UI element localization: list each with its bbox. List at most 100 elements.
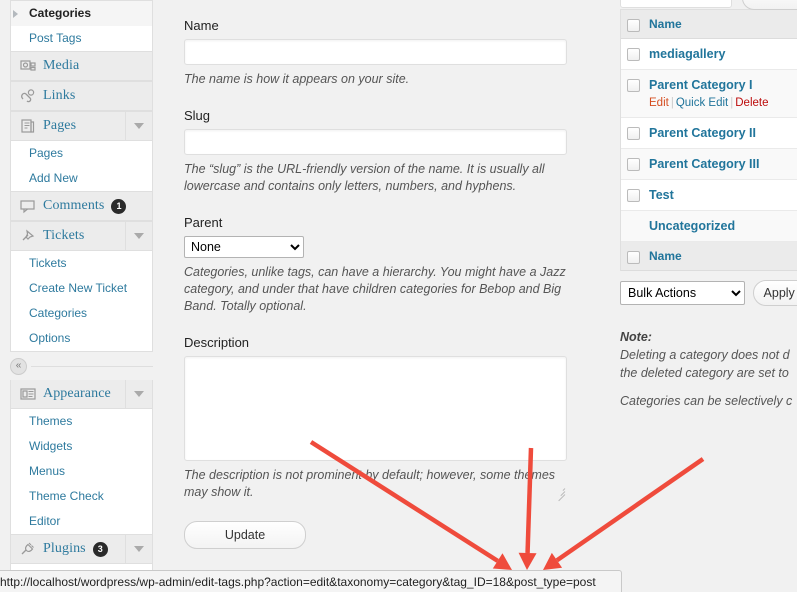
row-checkbox[interactable]	[627, 127, 640, 140]
category-name-link[interactable]: Test	[649, 188, 674, 202]
category-name-link[interactable]: Parent Category III	[649, 157, 759, 171]
sidebar-item-options[interactable]: Options	[11, 326, 152, 351]
table-row: Parent Category I Edit | Quick Edit | Delete	[621, 70, 797, 118]
table-row: mediagallery	[621, 39, 797, 70]
slug-input[interactable]	[184, 129, 567, 155]
category-name-link[interactable]: Uncategorized	[649, 219, 735, 233]
sidebar-item-pages[interactable]: Pages	[11, 112, 152, 141]
plug-icon	[19, 541, 37, 557]
browser-status-bar: http://localhost/wordpress/wp-admin/edit…	[0, 570, 622, 592]
name-help-text: The name is how it appears on your site.	[184, 72, 410, 86]
field-parent: Parent None Categories, unlike tags, can…	[178, 215, 578, 315]
table-row: Parent Category II	[621, 118, 797, 149]
status-bar-url: http://localhost/wordpress/wp-admin/edit…	[0, 574, 596, 589]
slug-help-text: The “slug” is the URL-friendly version o…	[184, 162, 545, 193]
table-row: Parent Category III	[621, 149, 797, 180]
description-help-text: The description is not prominent by defa…	[184, 468, 556, 499]
category-name-link[interactable]: Parent Category I	[649, 78, 753, 92]
sidebar-item-appearance[interactable]: Appearance	[11, 380, 152, 409]
sidebar-item-plugins[interactable]: Plugins 3	[11, 535, 152, 564]
row-checkbox[interactable]	[627, 79, 640, 92]
category-name-link[interactable]: Parent Category II	[649, 126, 756, 140]
collapse-menu-row: «	[10, 357, 153, 375]
row-name-cell: Test	[649, 187, 674, 203]
sidebar-item-label: Links	[43, 88, 76, 103]
apply-button[interactable]: Apply	[752, 280, 797, 306]
chevron-down-icon[interactable]	[125, 222, 152, 250]
sidebar-item-links[interactable]: Links	[11, 82, 152, 111]
description-label: Description	[184, 335, 250, 350]
sidebar-item-label: Tickets	[43, 228, 85, 243]
sidebar-item-label: Comments	[43, 198, 105, 213]
chevron-down-icon[interactable]	[125, 535, 152, 563]
note-line-1: Deleting a category does not d	[620, 348, 790, 362]
sidebar-item-theme-check[interactable]: Theme Check	[11, 484, 152, 509]
sidebar-group-links-group: Links	[10, 82, 153, 112]
sidebar-item-categories[interactable]: Categories	[11, 301, 152, 326]
slug-label: Slug	[184, 108, 211, 123]
row-name-cell: Parent Category III	[649, 156, 759, 172]
sidebar-group-comments-group: Comments 1	[10, 192, 153, 222]
edit-link[interactable]: Edit	[649, 97, 669, 109]
parent-select[interactable]: None	[184, 236, 304, 258]
table-row: Uncategorized	[621, 211, 797, 242]
media-icon	[19, 58, 37, 74]
sidebar-group-media-group: Media	[10, 52, 153, 82]
sidebar-badge: 3	[92, 541, 108, 557]
description-textarea[interactable]	[184, 356, 567, 461]
pages-icon	[19, 118, 37, 134]
sidebar-item-create-new-ticket[interactable]: Create New Ticket	[11, 276, 152, 301]
column-footer-name[interactable]: Name	[649, 248, 682, 264]
sidebar-item-editor[interactable]: Editor	[11, 509, 152, 534]
pin-icon	[19, 228, 37, 244]
row-checkbox[interactable]	[627, 158, 640, 171]
select-all-checkbox-top[interactable]	[627, 18, 640, 32]
sidebar-item-menus[interactable]: Menus	[11, 459, 152, 484]
sidebar-item-add-new[interactable]: Add New	[11, 166, 152, 191]
note-line-3: Categories can be selectively c	[620, 394, 793, 408]
row-checkbox[interactable]	[627, 189, 640, 202]
search-categories-button[interactable]	[742, 0, 797, 10]
row-checkbox[interactable]	[627, 48, 640, 61]
collapse-menu-button[interactable]: «	[10, 357, 27, 375]
link-icon	[19, 88, 37, 104]
table-footer-row: Name	[621, 242, 797, 271]
comment-icon	[19, 198, 37, 214]
row-name-cell: Parent Category II	[649, 125, 756, 141]
note-title: Note:	[620, 330, 652, 344]
categories-table: Name mediagallery Parent Category I Edit | Q…	[620, 9, 797, 271]
appearance-icon	[19, 386, 37, 402]
update-button[interactable]: Update	[184, 521, 306, 549]
row-actions: Edit | Quick Edit | Delete	[649, 96, 769, 110]
sidebar-item-tickets[interactable]: Tickets	[11, 222, 152, 251]
action-separator: |	[730, 97, 734, 109]
admin-sidebar: Categories Post Tags Media Links Pages Pages A…	[0, 0, 155, 592]
field-slug: Slug The “slug” is the URL-friendly vers…	[178, 108, 578, 195]
row-name-cell: Parent Category I Edit | Quick Edit | Delete	[649, 77, 769, 110]
sidebar-item-post-tags[interactable]: Post Tags	[11, 26, 152, 51]
sidebar-item-pages[interactable]: Pages	[11, 141, 152, 166]
sidebar-badge: 1	[111, 198, 127, 214]
sidebar-item-tickets[interactable]: Tickets	[11, 251, 152, 276]
bulk-actions-select[interactable]: Bulk Actions	[620, 281, 745, 305]
parent-help-text: Categories, unlike tags, can have a hier…	[184, 265, 566, 313]
sidebar-item-comments[interactable]: Comments 1	[11, 192, 152, 221]
edit-category-form: Name The name is how it appears on your …	[178, 0, 578, 549]
delete-link[interactable]: Delete	[735, 97, 768, 109]
search-input[interactable]	[620, 0, 732, 8]
chevron-down-icon[interactable]	[125, 112, 152, 140]
sidebar-item-widgets[interactable]: Widgets	[11, 434, 152, 459]
sidebar-item-media[interactable]: Media	[11, 52, 152, 81]
select-all-checkbox-bottom[interactable]	[627, 250, 640, 264]
quick-edit-link[interactable]: Quick Edit	[676, 97, 728, 109]
categories-list-panel: Name mediagallery Parent Category I Edit | Q…	[620, 0, 797, 410]
column-header-name[interactable]: Name	[649, 16, 682, 32]
category-name-link[interactable]: mediagallery	[649, 47, 725, 61]
field-name: Name The name is how it appears on your …	[178, 0, 578, 88]
search-row	[620, 0, 797, 10]
sidebar-item-categories[interactable]: Categories	[11, 1, 152, 26]
sidebar-item-themes[interactable]: Themes	[11, 409, 152, 434]
parent-label: Parent	[184, 215, 223, 230]
name-input[interactable]	[184, 39, 567, 65]
chevron-down-icon[interactable]	[125, 380, 152, 408]
